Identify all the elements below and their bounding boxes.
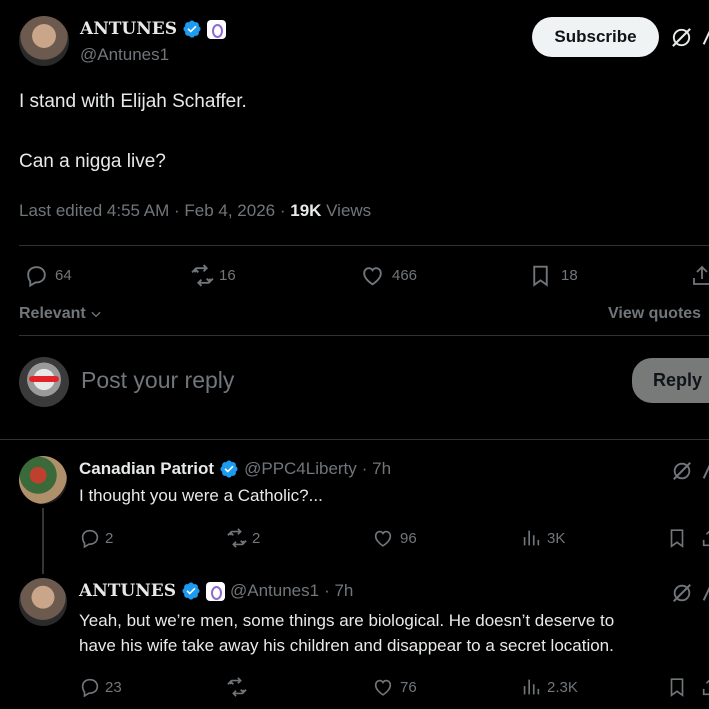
views-count: 2.3K — [547, 678, 578, 696]
divider — [19, 335, 709, 336]
more-icon[interactable] — [700, 460, 709, 482]
grok-icon[interactable] — [671, 460, 693, 482]
reply-input[interactable]: Post your reply — [81, 367, 234, 394]
analytics-icon — [523, 679, 540, 695]
views-count: 3K — [547, 529, 566, 547]
view-quotes-link[interactable]: View quotes — [608, 305, 701, 323]
bookmark-icon[interactable] — [666, 527, 688, 549]
more-icon[interactable] — [700, 26, 709, 48]
reply-action[interactable]: 2 — [79, 527, 113, 549]
views-action[interactable]: 3K — [520, 527, 565, 549]
reply-time[interactable]: · 7h — [362, 459, 391, 479]
reply-count: 23 — [105, 678, 122, 696]
bookmark-icon — [533, 265, 548, 287]
reply-icon — [81, 678, 99, 698]
repost-count: 16 — [219, 267, 236, 284]
reply-time[interactable]: · 7h — [324, 581, 353, 601]
org-badge-icon[interactable] — [205, 581, 225, 601]
divider — [19, 245, 709, 246]
author-name-row: ANTUNES — [80, 19, 226, 39]
bookmark-count: 18 — [561, 267, 578, 284]
reply-button[interactable]: Reply — [632, 358, 709, 403]
bookmark-action[interactable]: 18 — [528, 263, 578, 288]
like-count: 466 — [392, 267, 418, 284]
avatar-eyes-decoration — [29, 376, 59, 382]
like-action[interactable]: 466 — [360, 263, 417, 288]
like-count: 76 — [400, 678, 417, 696]
reply-avatar[interactable] — [19, 456, 67, 504]
reply-avatar[interactable] — [19, 578, 67, 626]
reply-action[interactable]: 23 — [79, 676, 122, 698]
share-icon[interactable] — [690, 264, 709, 288]
views-count: 19K — [290, 201, 322, 220]
grok-icon[interactable] — [670, 26, 693, 49]
share-icon[interactable] — [700, 676, 709, 698]
reply-icon — [81, 529, 99, 549]
reply-header: ANTUNES @Antunes1 · 7h — [79, 581, 353, 601]
section-divider — [0, 439, 709, 440]
analytics-icon — [523, 530, 540, 546]
verified-badge-icon[interactable] — [182, 19, 202, 39]
reply-handle[interactable]: @Antunes1 — [230, 581, 319, 601]
sort-label: Relevant — [19, 305, 86, 322]
reply-text-line1: Yeah, but we’re men, some things are bio… — [79, 611, 615, 630]
bookmark-icon[interactable] — [666, 676, 688, 698]
repost-action[interactable]: 16 — [190, 263, 236, 288]
verified-badge-icon[interactable] — [219, 459, 239, 479]
grok-icon[interactable] — [671, 582, 693, 604]
author-name[interactable]: ANTUNES — [80, 19, 177, 39]
tweet-text-line1: I stand with Elijah Schaffer. — [19, 91, 247, 112]
reply-author-name[interactable]: ANTUNES — [79, 581, 176, 601]
reply-action[interactable]: 64 — [24, 263, 72, 288]
like-action[interactable]: 76 — [372, 676, 417, 698]
heart-icon — [374, 679, 392, 696]
like-count: 96 — [400, 529, 417, 547]
reply-count: 64 — [55, 267, 72, 284]
org-badge-icon[interactable] — [206, 19, 226, 39]
repost-action[interactable]: 2 — [226, 527, 260, 549]
author-handle[interactable]: @Antunes1 — [80, 45, 169, 65]
more-icon[interactable] — [700, 582, 709, 604]
repost-icon — [191, 264, 214, 287]
verified-badge-icon[interactable] — [181, 581, 201, 601]
thread-line — [42, 508, 44, 574]
views-action[interactable]: 2.3K — [520, 676, 578, 698]
repost-icon — [227, 677, 247, 697]
views-label: Views — [321, 201, 372, 220]
tweet-text-line2: Can a nigga live? — [19, 151, 166, 172]
reply-header: Canadian Patriot @PPC4Liberty · 7h — [79, 459, 391, 479]
heart-icon — [374, 530, 392, 547]
subscribe-button[interactable]: Subscribe — [532, 17, 659, 57]
reply-author-name[interactable]: Canadian Patriot — [79, 459, 214, 479]
current-user-avatar[interactable] — [19, 357, 69, 407]
avatar[interactable] — [19, 16, 69, 66]
reply-text: I thought you were a Catholic?... — [79, 486, 323, 505]
heart-icon — [363, 267, 382, 286]
chevron-down-icon — [91, 311, 101, 318]
sort-dropdown[interactable]: Relevant — [19, 305, 103, 323]
reply-count: 2 — [105, 529, 114, 547]
reply-icon — [27, 266, 46, 288]
edited-timestamp[interactable]: Last edited 4:55 AM · Feb 4, 2026 · — [19, 201, 290, 220]
repost-icon — [227, 528, 247, 548]
like-action[interactable]: 96 — [372, 527, 417, 549]
repost-action[interactable] — [226, 676, 252, 698]
share-icon[interactable] — [700, 527, 709, 549]
repost-count: 2 — [252, 529, 261, 547]
reply-text-line2: have his wife take away his children and… — [79, 636, 614, 655]
reply-handle[interactable]: @PPC4Liberty — [244, 459, 357, 479]
tweet-meta: Last edited 4:55 AM · Feb 4, 2026 · 19K … — [19, 201, 371, 221]
